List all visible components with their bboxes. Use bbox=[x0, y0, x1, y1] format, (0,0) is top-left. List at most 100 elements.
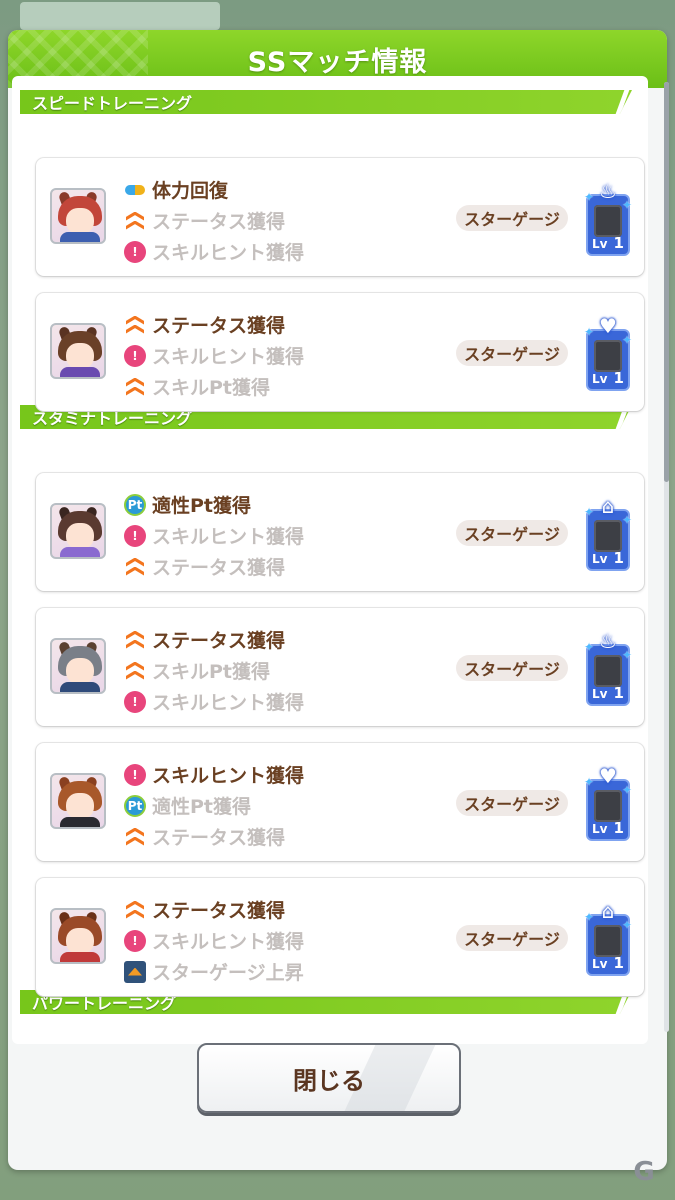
star-gauge-up-icon bbox=[124, 960, 146, 983]
support-level-badge[interactable]: Lv 1 ♥ ✦ ✦ bbox=[584, 765, 632, 841]
character-avatar[interactable] bbox=[50, 773, 106, 829]
support-card-row[interactable]: ステータス獲得! スキルヒント獲得 スキルPt獲得 スターゲージ Lv 1 ♥ ✦ ✦ bbox=[36, 293, 644, 411]
sparkle-icon: ✦ bbox=[584, 505, 595, 519]
effect-item: Pt 適性Pt獲得 bbox=[124, 489, 424, 520]
effect-label: 体力回復 bbox=[152, 180, 229, 202]
sparkle-icon: ✦ bbox=[584, 325, 595, 339]
level-prefix: Lv bbox=[592, 372, 608, 386]
sparkle-icon: ✦ bbox=[621, 648, 632, 662]
star-gauge-label: スターゲージ bbox=[456, 925, 568, 951]
sparkle-icon: ✦ bbox=[584, 640, 595, 654]
star-gauge-label: スターゲージ bbox=[456, 205, 568, 231]
scrollbar[interactable] bbox=[664, 82, 669, 1032]
level-value: 1 bbox=[613, 369, 624, 387]
effect-item: ステータス獲得 bbox=[124, 309, 424, 340]
badge-level: Lv 1 bbox=[592, 369, 624, 387]
badge-slot bbox=[594, 205, 622, 237]
support-level-badge[interactable]: Lv 1 ⌂ ✦ ✦ bbox=[584, 900, 632, 976]
support-card-row[interactable]: ステータス獲得 スキルPt獲得! スキルヒント獲得 スターゲージ Lv 1 ♨ ✦ ✦ bbox=[36, 608, 644, 726]
status-up-icon bbox=[124, 629, 146, 651]
sparkle-icon: ✦ bbox=[621, 333, 632, 347]
effect-label: スキルヒント獲得 bbox=[152, 242, 305, 264]
effect-item: ! スキルヒント獲得 bbox=[124, 925, 424, 956]
effect-label: スキルヒント獲得 bbox=[152, 931, 305, 953]
match-list[interactable]: スピードトレーニング スタミナトレーニング パワートレーニング 体力回復 ステータ… bbox=[12, 76, 648, 1044]
section-stripe bbox=[615, 90, 630, 114]
effect-item: Pt 適性Pt獲得 bbox=[124, 790, 424, 821]
effect-list: ステータス獲得! スキルヒント獲得 スキルPt獲得 bbox=[124, 309, 424, 402]
status-up-icon bbox=[124, 210, 146, 232]
effect-label: スターゲージ上昇 bbox=[152, 962, 304, 984]
badge-level: Lv 1 bbox=[592, 234, 624, 252]
face bbox=[66, 208, 94, 234]
effect-label: ステータス獲得 bbox=[152, 827, 286, 849]
skill-hint-icon: ! bbox=[124, 524, 146, 547]
badge-level: Lv 1 bbox=[592, 954, 624, 972]
status-up-icon bbox=[124, 376, 146, 398]
star-gauge-label: スターゲージ bbox=[456, 520, 568, 546]
section-label: スピードトレーニング bbox=[32, 94, 193, 113]
support-card-row[interactable]: 体力回復 ステータス獲得! スキルヒント獲得 スターゲージ Lv 1 ♨ ✦ ✦ bbox=[36, 158, 644, 276]
character-avatar[interactable] bbox=[50, 908, 106, 964]
character-avatar[interactable] bbox=[50, 503, 106, 559]
status-up-icon bbox=[124, 826, 146, 848]
skill-hint-icon: ! bbox=[124, 763, 146, 786]
effect-item: ステータス獲得 bbox=[124, 821, 424, 852]
star-gauge-label: スターゲージ bbox=[456, 655, 568, 681]
close-button[interactable]: 閉じる bbox=[197, 1043, 461, 1113]
effect-item: スターゲージ上昇 bbox=[124, 956, 424, 987]
aptitude-pt-icon: Pt bbox=[124, 794, 146, 817]
status-up-icon bbox=[124, 899, 146, 921]
flame-icon: ♨ bbox=[599, 629, 617, 653]
badge-level: Lv 1 bbox=[592, 819, 624, 837]
support-card-row[interactable]: Pt 適性Pt獲得! スキルヒント獲得 ステータス獲得 スターゲージ Lv 1 ⌂ ✦ ✦ bbox=[36, 473, 644, 591]
effect-item: ! スキルヒント獲得 bbox=[124, 520, 424, 551]
badge-slot bbox=[594, 925, 622, 957]
character-avatar[interactable] bbox=[50, 188, 106, 244]
status-up-icon bbox=[124, 660, 146, 682]
effect-label: ステータス獲得 bbox=[152, 211, 286, 233]
effect-label: ステータス獲得 bbox=[152, 900, 286, 922]
sparkle-icon: ✦ bbox=[621, 513, 632, 527]
effect-label: スキルヒント獲得 bbox=[152, 765, 305, 787]
badge-slot bbox=[594, 340, 622, 372]
section-stripe bbox=[627, 90, 632, 114]
effect-list: ステータス獲得 スキルPt獲得! スキルヒント獲得 bbox=[124, 624, 424, 717]
effect-list: ステータス獲得 ! スキルヒント獲得スターゲージ上昇 bbox=[124, 894, 424, 987]
support-card-row[interactable]: ステータス獲得! スキルヒント獲得 スターゲージ上昇 スターゲージ Lv 1 ⌂ ✦ ✦ bbox=[36, 878, 644, 996]
dialog-title: SSマッチ情報 bbox=[247, 46, 428, 78]
effect-label: スキルヒント獲得 bbox=[152, 346, 305, 368]
badge-level: Lv 1 bbox=[592, 684, 624, 702]
heart-icon: ♥ bbox=[599, 764, 617, 788]
effect-label: スキルPt獲得 bbox=[152, 377, 271, 399]
flame-icon: ♨ bbox=[599, 179, 617, 203]
effect-item: ステータス獲得 bbox=[124, 205, 424, 236]
effect-label: 適性Pt獲得 bbox=[152, 495, 252, 517]
support-card-row[interactable]: ! スキルヒント獲得 Pt 適性Pt獲得 ステータス獲得 スターゲージ Lv 1 ♥ ✦ ✦ bbox=[36, 743, 644, 861]
level-prefix: Lv bbox=[592, 822, 608, 836]
outfit bbox=[60, 682, 100, 692]
star-gauge-label: スターゲージ bbox=[456, 340, 568, 366]
scroll-thumb[interactable] bbox=[664, 82, 669, 482]
effect-list: ! スキルヒント獲得 Pt 適性Pt獲得ステータス獲得 bbox=[124, 759, 424, 852]
effect-label: スキルヒント獲得 bbox=[152, 526, 305, 548]
badge-slot bbox=[594, 655, 622, 687]
support-level-badge[interactable]: Lv 1 ♨ ✦ ✦ bbox=[584, 180, 632, 256]
effect-list: Pt 適性Pt獲得! スキルヒント獲得 ステータス獲得 bbox=[124, 489, 424, 582]
hp-recovery-icon bbox=[124, 179, 146, 201]
level-prefix: Lv bbox=[592, 687, 608, 701]
status-up-icon bbox=[124, 314, 146, 336]
face bbox=[66, 658, 94, 684]
character-avatar[interactable] bbox=[50, 638, 106, 694]
graduation-cap-icon: ⌂ bbox=[601, 899, 615, 923]
support-level-badge[interactable]: Lv 1 ⌂ ✦ ✦ bbox=[584, 495, 632, 571]
skill-hint-icon: ! bbox=[124, 690, 146, 713]
face bbox=[66, 793, 94, 819]
character-avatar[interactable] bbox=[50, 323, 106, 379]
status-up-icon bbox=[124, 556, 146, 578]
badge-level: Lv 1 bbox=[592, 549, 624, 567]
sparkle-icon: ✦ bbox=[584, 910, 595, 924]
support-level-badge[interactable]: Lv 1 ♥ ✦ ✦ bbox=[584, 315, 632, 391]
level-value: 1 bbox=[613, 549, 624, 567]
support-level-badge[interactable]: Lv 1 ♨ ✦ ✦ bbox=[584, 630, 632, 706]
